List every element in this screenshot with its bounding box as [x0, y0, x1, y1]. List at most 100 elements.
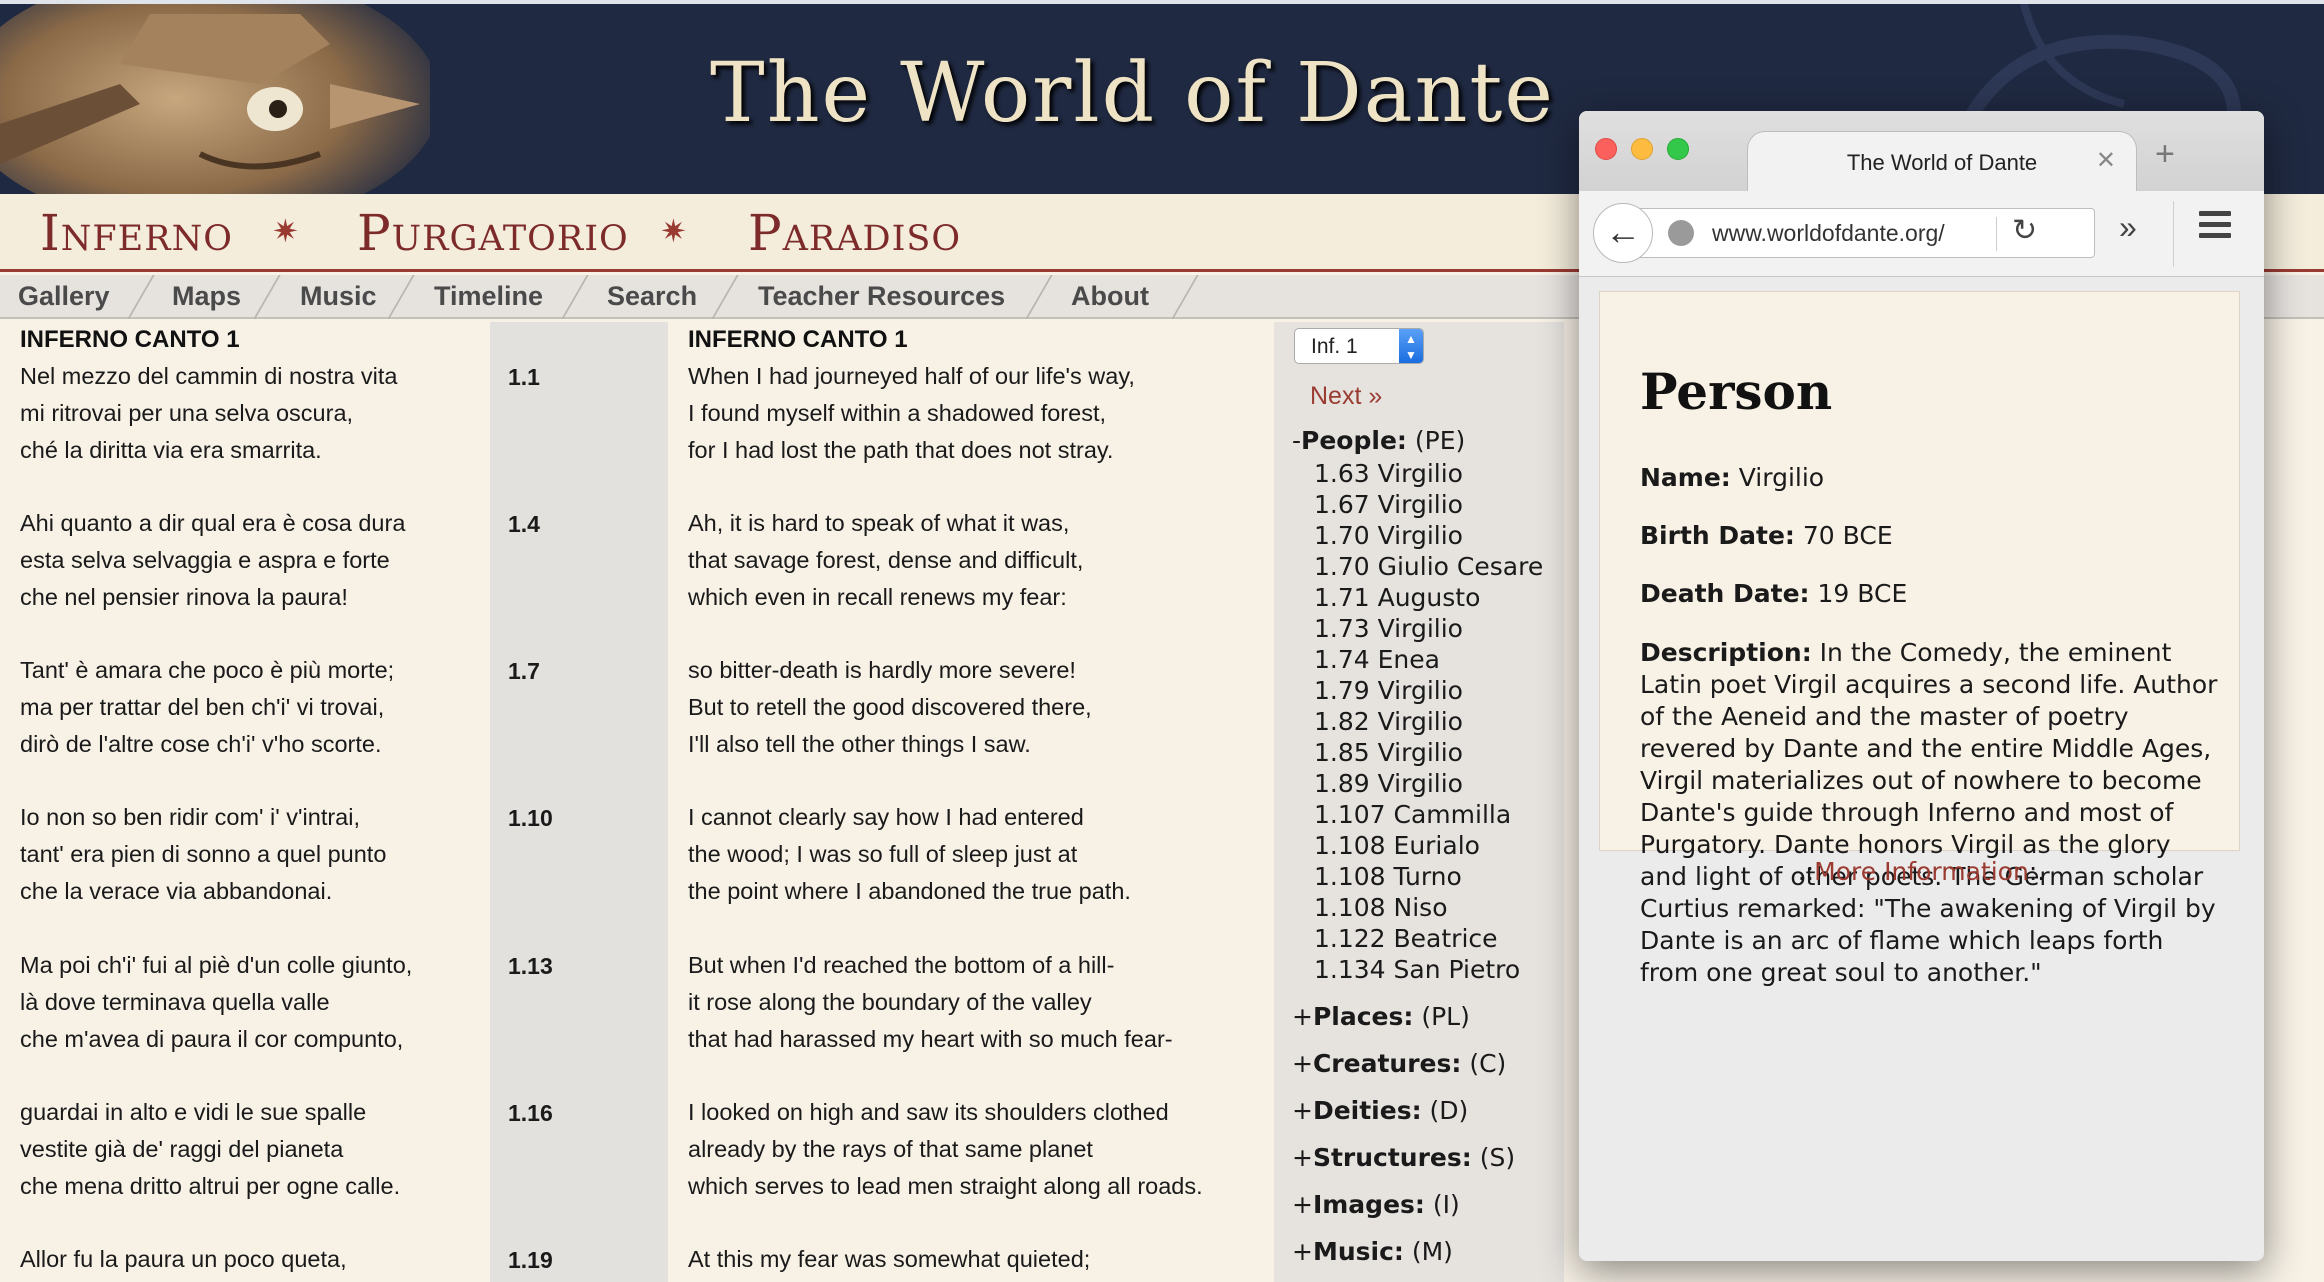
line-number: 1.4	[508, 511, 540, 537]
person-link[interactable]: 1.73 Virgilio	[1314, 613, 1543, 644]
more-prefix: .:	[1797, 857, 1815, 886]
purgatorio-link[interactable]: Purgatorio	[357, 204, 629, 262]
minimize-window-button[interactable]	[1631, 138, 1653, 160]
category-abbr: (M)	[1411, 1237, 1453, 1266]
gargoyle-illustration	[0, 4, 430, 194]
person-link[interactable]: 1.134 San Pietro	[1314, 954, 1543, 985]
toggle-expand: +	[1292, 1237, 1313, 1266]
name-value: Virgilio	[1738, 463, 1825, 492]
new-tab-icon[interactable]: +	[2155, 135, 2175, 174]
toolbar-divider	[2173, 201, 2174, 267]
nav-search[interactable]: Search	[607, 281, 697, 312]
italian-canto-title: INFERNO CANTO 1	[20, 326, 240, 353]
verse-line: the point where I abandoned the true pat…	[688, 878, 1131, 904]
zoom-window-button[interactable]	[1667, 138, 1689, 160]
verse-line: che la verace via abbandonai.	[20, 878, 333, 904]
person-link[interactable]: 1.71 Augusto	[1314, 582, 1543, 613]
hamburger-menu-icon[interactable]	[2199, 211, 2231, 244]
nav-divider	[127, 275, 155, 319]
verse-line: Ah, it is hard to speak of what it was,	[688, 510, 1070, 536]
nav-music[interactable]: Music	[300, 281, 377, 312]
card-heading: Person	[1640, 362, 1833, 421]
toggle-expand: +	[1292, 1096, 1313, 1125]
toggle-expand: +	[1292, 1002, 1313, 1031]
verse-line: mi ritrovai per una selva oscura,	[20, 400, 354, 426]
paradiso-link[interactable]: Paradiso	[748, 204, 961, 262]
person-link[interactable]: 1.107 Cammilla	[1314, 799, 1543, 830]
nav-about[interactable]: About	[1071, 281, 1149, 312]
person-link[interactable]: 1.89 Virgilio	[1314, 768, 1543, 799]
verse-line: Allor fu la paura un poco queta,	[20, 1246, 347, 1272]
verse-line: so bitter-death is hardly more severe!	[688, 657, 1076, 683]
italian-tercet: Io non so ben ridir com' i' v'intrai, ta…	[20, 799, 386, 910]
verse-line: the wood; I was so full of sleep just at	[688, 841, 1078, 867]
nav-divider	[561, 275, 589, 319]
nav-divider	[1171, 275, 1199, 319]
canto-select[interactable]: Inf. 1 ▲ ▼	[1294, 328, 1424, 364]
back-arrow-icon[interactable]: ←	[1593, 203, 1653, 263]
person-link[interactable]: 1.108 Turno	[1314, 861, 1543, 892]
person-link[interactable]: 1.67 Virgilio	[1314, 489, 1543, 520]
star-separator-icon: ✷	[272, 213, 299, 249]
english-tercet: When I had journeyed half of our life's …	[688, 358, 1135, 469]
close-window-button[interactable]	[1595, 138, 1617, 160]
select-arrows-icon: ▲ ▼	[1399, 329, 1423, 363]
verse-line: che m'avea di paura il cor compunto,	[20, 1026, 404, 1052]
english-tercet: At this my fear was somewhat quieted;	[688, 1241, 1090, 1278]
person-link[interactable]: 1.82 Virgilio	[1314, 706, 1543, 737]
birth-date-value: 70 BCE	[1802, 521, 1893, 550]
images-category-header[interactable]: +Images: (I)	[1292, 1190, 1460, 1219]
verse-line: that had harassed my heart with so much …	[688, 1026, 1173, 1052]
music-category-header[interactable]: +Music: (M)	[1292, 1237, 1453, 1266]
nav-maps[interactable]: Maps	[172, 281, 241, 312]
line-number: 1.10	[508, 805, 553, 831]
nav-divider	[711, 275, 739, 319]
browser-tab[interactable]: The World of Dante ✕	[1747, 131, 2137, 191]
nav-timeline[interactable]: Timeline	[434, 281, 543, 312]
verse-line: là dove terminava quella valle	[20, 989, 330, 1015]
english-tercet: I looked on high and saw its shoulders c…	[688, 1094, 1203, 1205]
reload-icon[interactable]: ↻	[2012, 213, 2037, 248]
category-label: Images:	[1312, 1190, 1425, 1219]
person-link[interactable]: 1.85 Virgilio	[1314, 737, 1543, 768]
italian-text-column: INFERNO CANTO 1 Nel mezzo del cammin di …	[0, 322, 490, 1282]
deities-category-header[interactable]: +Deities: (D)	[1292, 1096, 1468, 1125]
site-title[interactable]: The World of Dante	[710, 46, 1553, 141]
verse-line: Nel mezzo del cammin di nostra vita	[20, 363, 398, 389]
nav-gallery[interactable]: Gallery	[18, 281, 110, 312]
creatures-category-header[interactable]: +Creatures: (C)	[1292, 1049, 1506, 1078]
category-label: Places:	[1312, 1002, 1414, 1031]
category-label: Creatures:	[1312, 1049, 1462, 1078]
structures-category-header[interactable]: +Structures: (S)	[1292, 1143, 1515, 1172]
person-link[interactable]: 1.70 Virgilio	[1314, 520, 1543, 551]
person-link[interactable]: 1.108 Eurialo	[1314, 830, 1543, 861]
italian-tercet: Nel mezzo del cammin di nostra vita mi r…	[20, 358, 397, 469]
person-link[interactable]: 1.70 Giulio Cesare	[1314, 551, 1543, 582]
person-link[interactable]: 1.108 Niso	[1314, 892, 1543, 923]
tab-close-icon[interactable]: ✕	[2096, 146, 2116, 175]
url-bar[interactable]: www.worldofdante.org/ ↻	[1635, 208, 2095, 258]
more-information-link[interactable]: More Information	[1814, 857, 2029, 886]
toggle-expand: +	[1292, 1143, 1313, 1172]
person-link[interactable]: 1.122 Beatrice	[1314, 923, 1543, 954]
nav-divider	[387, 275, 415, 319]
next-canto-link[interactable]: Next »	[1310, 382, 1382, 411]
people-category-header[interactable]: -People: (PE)	[1292, 426, 1465, 455]
toggle-expand: +	[1292, 1190, 1313, 1219]
person-link[interactable]: 1.74 Enea	[1314, 644, 1543, 675]
nav-teacher-resources[interactable]: Teacher Resources	[758, 281, 1005, 312]
url-text[interactable]: www.worldofdante.org/	[1712, 220, 1945, 247]
person-link[interactable]: 1.79 Virgilio	[1314, 675, 1543, 706]
person-link[interactable]: 1.63 Virgilio	[1314, 458, 1543, 489]
description-label: Description:	[1640, 638, 1812, 667]
person-popup-window: The World of Dante ✕ + www.worldofdante.…	[1579, 111, 2264, 1261]
birth-date-label: Birth Date:	[1640, 521, 1795, 550]
tab-bar: The World of Dante ✕ +	[1579, 111, 2264, 191]
verse-line: tant' era pien di sonno a quel punto	[20, 841, 387, 867]
toggle-collapse: -	[1292, 426, 1302, 455]
places-category-header[interactable]: +Places: (PL)	[1292, 1002, 1470, 1031]
inferno-link[interactable]: Inferno	[40, 204, 233, 262]
overflow-chevrons-icon[interactable]: »	[2119, 209, 2137, 246]
verse-line: I'll also tell the other things I saw.	[688, 731, 1031, 757]
annotation-sidebar: Inf. 1 ▲ ▼ Next » -People: (PE) 1.63 Virg…	[1274, 322, 1564, 1282]
